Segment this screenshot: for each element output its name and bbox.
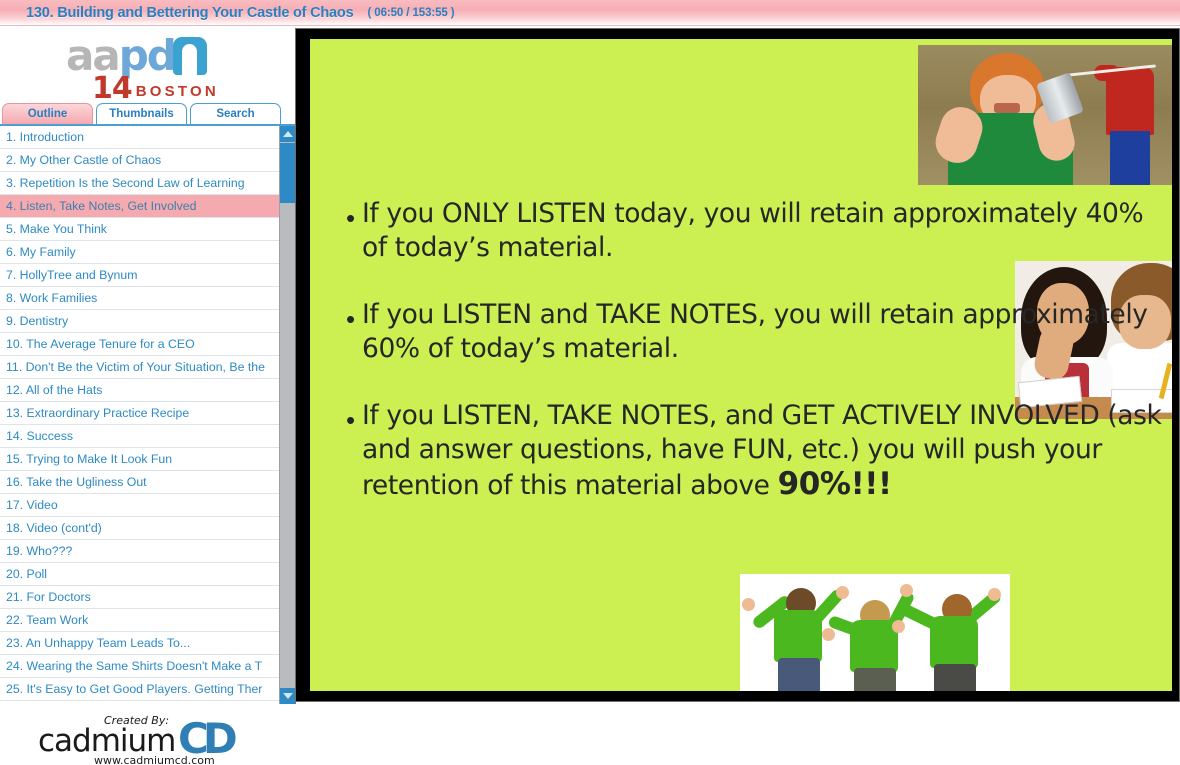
outline-item-14[interactable]: 14. Success: [0, 425, 279, 448]
bullet-item: • If you LISTEN, TAKE NOTES, and GET ACT…: [346, 399, 1166, 503]
aapd-logo: aapd 14 BOSTON: [0, 26, 295, 104]
outline-item-label: 1. Introduction: [6, 130, 84, 144]
footer-bar: Created By: cadmium CD www.cadmiumcd.com…: [0, 706, 1180, 765]
boy-with-tin-can-phone-photo: [918, 45, 1172, 185]
outline-item-18[interactable]: 18. Video (cont'd): [0, 517, 279, 540]
title-bar: 130. Building and Bettering Your Castle …: [0, 0, 1180, 26]
outline-list[interactable]: 1. Introduction 2. My Other Castle of Cha…: [0, 126, 279, 704]
outline-item-label: 21. For Doctors: [6, 590, 91, 604]
outline-item-21[interactable]: 21. For Doctors: [0, 586, 279, 609]
outline-item-label: 5. Make You Think: [6, 222, 107, 236]
outline-item-20[interactable]: 20. Poll: [0, 563, 279, 586]
presentation-viewer: 130. Building and Bettering Your Castle …: [0, 0, 1180, 765]
outline-item-15[interactable]: 15. Trying to Make It Look Fun: [0, 448, 279, 471]
slide-canvas: • If you ONLY LISTEN today, you will ret…: [310, 39, 1172, 691]
outline-item-5[interactable]: 5. Make You Think: [0, 218, 279, 241]
outline-item-23[interactable]: 23. An Unhappy Team Leads To...: [0, 632, 279, 655]
scroll-down-button[interactable]: [280, 688, 296, 704]
page-title: 130. Building and Bettering Your Castle …: [26, 4, 354, 21]
outline-item-11[interactable]: 11. Don't Be the Victim of Your Situatio…: [0, 356, 279, 379]
tab-search[interactable]: Search: [190, 103, 281, 124]
tab-thumbnails[interactable]: Thumbnails: [96, 103, 187, 124]
outline-item-label: 19. Who???: [6, 544, 73, 558]
cadmium-wordmark: cadmium: [38, 723, 176, 759]
outline-item-label: 17. Video: [6, 498, 58, 512]
tab-search-label: Search: [216, 108, 255, 120]
bullet-marker-icon: •: [346, 203, 356, 233]
outline-item-1[interactable]: 1. Introduction: [0, 126, 279, 149]
outline-item-4[interactable]: 4. Listen, Take Notes, Get Involved: [0, 195, 279, 218]
scroll-up-button[interactable]: [280, 126, 296, 142]
outline-item-label: 10. The Average Tenure for a CEO: [6, 337, 195, 351]
outline-item-label: 16. Take the Ugliness Out: [6, 475, 147, 489]
bullet-item: • If you LISTEN and TAKE NOTES, you will…: [346, 298, 1166, 366]
session-time: ( 06:50 / 153:55 ): [367, 6, 455, 19]
outline-item-label: 22. Team Work: [6, 613, 89, 627]
tab-outline[interactable]: Outline: [2, 103, 93, 124]
outline-item-label: 13. Extraordinary Practice Recipe: [6, 406, 190, 420]
tooth-icon: [172, 37, 207, 75]
outline-item-label: 8. Work Families: [6, 291, 98, 305]
outline-item-label: 14. Success: [6, 429, 73, 443]
outline-item-24[interactable]: 24. Wearing the Same Shirts Doesn't Make…: [0, 655, 279, 678]
outline-item-label: 7. HollyTree and Bynum: [6, 268, 138, 282]
slide-bullets: • If you ONLY LISTEN today, you will ret…: [346, 197, 1166, 536]
outline-item-label: 6. My Family: [6, 245, 76, 259]
outline-item-label: 25. It's Easy to Get Good Players. Getti…: [6, 682, 263, 696]
outline-item-label: 2. My Other Castle of Chaos: [6, 153, 162, 167]
outline-item-19[interactable]: 19. Who???: [0, 540, 279, 563]
bullet-text: If you ONLY LISTEN today, you will retai…: [362, 198, 1144, 263]
outline-item-label: 9. Dentistry: [6, 314, 69, 328]
logo-city: BOSTON: [135, 83, 219, 100]
outline-scrollbar[interactable]: [279, 126, 296, 704]
outline-item-12[interactable]: 12. All of the Hats: [0, 379, 279, 402]
chevron-down-icon: [283, 693, 293, 699]
outline-item-9[interactable]: 9. Dentistry: [0, 310, 279, 333]
outline-item-label: 3. Repetition Is the Second Law of Learn…: [6, 176, 245, 190]
outline-item-16[interactable]: 16. Take the Ugliness Out: [0, 471, 279, 494]
outline-area: 1. Introduction 2. My Other Castle of Cha…: [0, 126, 296, 704]
slide-stage[interactable]: • If you ONLY LISTEN today, you will ret…: [295, 28, 1180, 702]
outline-item-label: 11. Don't Be the Victim of Your Situatio…: [6, 360, 265, 374]
outline-item-7[interactable]: 7. HollyTree and Bynum: [0, 264, 279, 287]
bullet-text: If you LISTEN and TAKE NOTES, you will r…: [362, 299, 1148, 364]
cadmium-logo: Created By: cadmium CD www.cadmiumcd.com: [38, 714, 253, 765]
chevron-up-icon: [283, 131, 293, 137]
outline-item-22[interactable]: 22. Team Work: [0, 609, 279, 632]
outline-item-label: 23. An Unhappy Team Leads To...: [6, 636, 191, 650]
logo-year: 14: [92, 71, 133, 106]
outline-item-label: 24. Wearing the Same Shirts Doesn't Make…: [6, 659, 263, 673]
bullet-marker-icon: •: [346, 405, 356, 435]
panel-tabs: Outline Thumbnails Search: [0, 103, 295, 126]
outline-item-2[interactable]: 2. My Other Castle of Chaos: [0, 149, 279, 172]
bullet-item: • If you ONLY LISTEN today, you will ret…: [346, 197, 1166, 265]
outline-item-8[interactable]: 8. Work Families: [0, 287, 279, 310]
tab-thumbnails-label: Thumbnails: [109, 108, 174, 120]
bullet-marker-icon: •: [346, 304, 356, 334]
outline-item-label: 18. Video (cont'd): [6, 521, 102, 535]
outline-item-label: 20. Poll: [6, 567, 48, 581]
bullet-text: If you LISTEN, TAKE NOTES, and GET ACTIV…: [362, 400, 1162, 501]
bullet-emphasis: 90%!!!: [777, 466, 893, 502]
outline-item-3[interactable]: 3. Repetition Is the Second Law of Learn…: [0, 172, 279, 195]
cadmium-url: www.cadmiumcd.com: [94, 754, 215, 765]
outline-item-17[interactable]: 17. Video: [0, 494, 279, 517]
outline-item-10[interactable]: 10. The Average Tenure for a CEO: [0, 333, 279, 356]
outline-item-6[interactable]: 6. My Family: [0, 241, 279, 264]
outline-item-25[interactable]: 25. It's Easy to Get Good Players. Getti…: [0, 678, 279, 701]
outline-item-13[interactable]: 13. Extraordinary Practice Recipe: [0, 402, 279, 425]
outline-item-label: 4. Listen, Take Notes, Get Involved: [6, 199, 197, 213]
left-panel: aapd 14 BOSTON Outline Thumbnails Search…: [0, 26, 296, 706]
scrollbar-thumb[interactable]: [280, 143, 296, 203]
tab-outline-label: Outline: [27, 108, 68, 120]
outline-item-label: 15. Trying to Make It Look Fun: [6, 452, 173, 466]
bullet-text-group: If you LISTEN, TAKE NOTES, and GET ACTIV…: [362, 399, 1166, 503]
outline-item-label: 12. All of the Hats: [6, 383, 103, 397]
children-jumping-photo: [740, 574, 1010, 691]
